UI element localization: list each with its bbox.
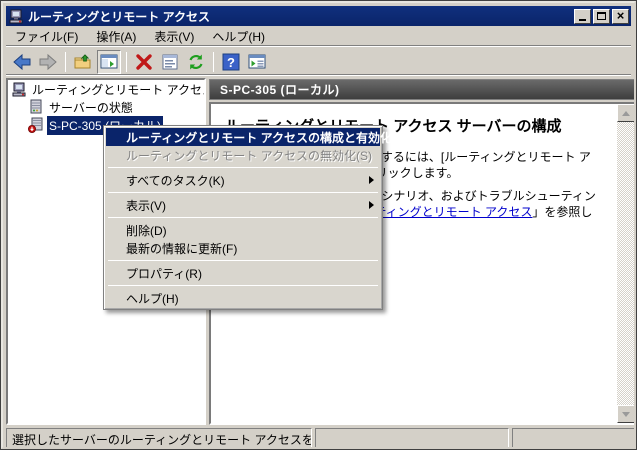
menu-bar: ファイル(F) 操作(A) 表示(V) ヘルプ(H) bbox=[6, 26, 631, 47]
menu-action[interactable]: 操作(A) bbox=[87, 26, 145, 47]
tree-item-label: サーバーの状態 bbox=[47, 98, 135, 117]
status-pane-2 bbox=[315, 428, 509, 448]
window-title: ルーティングとリモート アクセス bbox=[28, 8, 574, 25]
scroll-down-button[interactable] bbox=[617, 405, 635, 423]
menu-help[interactable]: ヘルプ(H) bbox=[203, 26, 274, 47]
menu-item-label: ルーティングとリモート アクセスの構成と有効化(C) bbox=[126, 129, 409, 146]
app-icon bbox=[8, 8, 24, 24]
close-icon: × bbox=[617, 9, 625, 22]
up-one-level-button[interactable] bbox=[71, 50, 95, 74]
result-pane-header-label: S-PC-305 (ローカル) bbox=[220, 81, 340, 98]
help-button[interactable]: ? bbox=[219, 50, 243, 74]
status-pane-3 bbox=[512, 428, 637, 448]
menu-separator bbox=[108, 192, 378, 193]
delete-button[interactable] bbox=[132, 50, 156, 74]
menu-item-label: ルーティングとリモート アクセスの無効化(S) bbox=[126, 147, 372, 164]
scroll-up-icon bbox=[622, 111, 630, 116]
menu-item-disable-rras: ルーティングとリモート アクセスの無効化(S) bbox=[106, 146, 380, 164]
properties-icon bbox=[160, 52, 180, 72]
maximize-button[interactable] bbox=[593, 9, 610, 24]
console-tree-icon bbox=[99, 52, 119, 72]
submenu-arrow-icon bbox=[369, 201, 374, 209]
refresh-icon bbox=[186, 52, 206, 72]
action-pane-button[interactable] bbox=[245, 50, 269, 74]
up-one-level-icon bbox=[73, 52, 93, 72]
rras-root-icon bbox=[11, 81, 27, 97]
properties-button[interactable] bbox=[158, 50, 182, 74]
status-message: 選択したサーバーのルーティングとリモート アクセスを構成します。 bbox=[6, 428, 312, 448]
menu-item-delete[interactable]: 削除(D) bbox=[106, 221, 380, 239]
forward-button[interactable] bbox=[36, 50, 60, 74]
menu-item-label: 削除(D) bbox=[126, 222, 167, 239]
show-hide-console-tree-button[interactable] bbox=[97, 50, 121, 74]
menu-item-label: 最新の情報に更新(F) bbox=[126, 240, 237, 257]
server-stopped-icon bbox=[28, 117, 44, 133]
action-pane-icon bbox=[247, 52, 267, 72]
app-window: ルーティングとリモート アクセス × ファイル(F) 操作(A) 表示(V) ヘ… bbox=[0, 0, 637, 450]
menu-item-help[interactable]: ヘルプ(H) bbox=[106, 289, 380, 307]
toolbar: ? bbox=[6, 48, 631, 76]
toolbar-separator bbox=[126, 52, 127, 72]
result-pane-header: S-PC-305 (ローカル) bbox=[209, 79, 637, 100]
menu-item-properties[interactable]: プロパティ(R) bbox=[106, 264, 380, 282]
menu-separator bbox=[108, 217, 378, 218]
vertical-scrollbar[interactable] bbox=[617, 104, 635, 423]
minimize-button[interactable] bbox=[574, 9, 591, 24]
menu-view[interactable]: 表示(V) bbox=[145, 26, 203, 47]
status-bar: 選択したサーバーのルーティングとリモート アクセスを構成します。 bbox=[6, 427, 631, 449]
submenu-arrow-icon bbox=[369, 176, 374, 184]
refresh-button[interactable] bbox=[184, 50, 208, 74]
svg-text:?: ? bbox=[227, 55, 235, 70]
scroll-down-icon bbox=[622, 412, 630, 417]
menu-item-all-tasks[interactable]: すべてのタスク(K) bbox=[106, 171, 380, 189]
menu-item-configure-and-enable-rras[interactable]: ルーティングとリモート アクセスの構成と有効化(C) bbox=[106, 128, 380, 146]
back-button[interactable] bbox=[10, 50, 34, 74]
menu-item-label: 表示(V) bbox=[126, 197, 166, 214]
forward-icon bbox=[38, 52, 58, 72]
menu-item-label: プロパティ(R) bbox=[126, 265, 202, 282]
toolbar-separator bbox=[213, 52, 214, 72]
tree-item-server-status[interactable]: サーバーの状態 bbox=[8, 98, 204, 116]
scroll-up-button[interactable] bbox=[617, 104, 635, 122]
tree-item-label: ルーティングとリモート アクセス bbox=[30, 80, 206, 99]
tree-item-rras-root[interactable]: ルーティングとリモート アクセス bbox=[8, 80, 204, 98]
maximize-icon bbox=[597, 12, 606, 20]
menu-file[interactable]: ファイル(F) bbox=[6, 26, 87, 47]
menu-separator bbox=[108, 285, 378, 286]
context-menu: ルーティングとリモート アクセスの構成と有効化(C) ルーティングとリモート ア… bbox=[103, 125, 383, 310]
toolbar-separator bbox=[65, 52, 66, 72]
menu-separator bbox=[108, 260, 378, 261]
menu-item-label: ヘルプ(H) bbox=[126, 290, 179, 307]
menu-separator bbox=[108, 167, 378, 168]
back-icon bbox=[12, 52, 32, 72]
minimize-icon bbox=[579, 19, 586, 21]
menu-item-refresh[interactable]: 最新の情報に更新(F) bbox=[106, 239, 380, 257]
menu-item-view[interactable]: 表示(V) bbox=[106, 196, 380, 214]
menu-item-label: すべてのタスク(K) bbox=[126, 172, 225, 189]
server-status-icon bbox=[28, 99, 44, 115]
close-button[interactable]: × bbox=[612, 9, 629, 24]
title-bar[interactable]: ルーティングとリモート アクセス × bbox=[6, 6, 631, 26]
help-icon: ? bbox=[221, 52, 241, 72]
delete-icon bbox=[134, 52, 154, 72]
